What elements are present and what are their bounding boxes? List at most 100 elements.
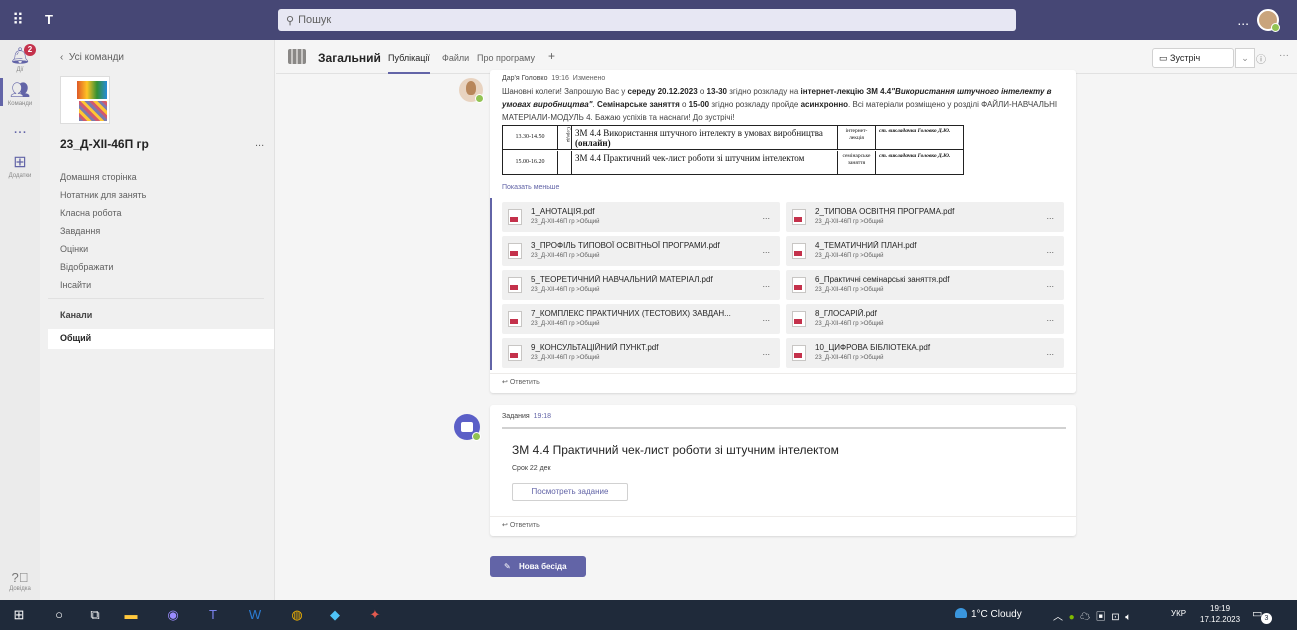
file-explorer-icon[interactable]: ▬ (122, 607, 140, 623)
header-more-button[interactable]: ··· (1279, 50, 1289, 61)
info-icon[interactable]: ⓘ (1256, 51, 1266, 66)
body-span: Шановні колеги! Запрошую Вас у (502, 87, 628, 96)
activity-badge: 2 (24, 44, 36, 56)
nav-item-home[interactable]: Домашня сторінка (60, 168, 146, 186)
rail-apps-label: Додатки (8, 173, 32, 179)
file-more-button[interactable]: ... (1046, 279, 1054, 289)
system-tray[interactable]: ︿ ● ☁ ▣ ⊡ 🔈︎ (1053, 608, 1131, 623)
settings-more-button[interactable]: ... (1237, 12, 1249, 28)
file-attachment[interactable]: 7_КОМПЛЕКС ПРАКТИЧНИХ (ТЕСТОВИХ) ЗАВДАН.… (502, 304, 780, 334)
file-name: 7_КОМПЛЕКС ПРАКТИЧНИХ (ТЕСТОВИХ) ЗАВДАН.… (531, 309, 731, 318)
file-name: 3_ПРОФІЛЬ ТИПОВОЇ ОСВІТНЬОЇ ПРОГРАМИ.pdf (531, 241, 720, 250)
channel-title: Загальний (318, 51, 381, 65)
rail-help-label: Довідка (9, 586, 31, 592)
file-attachment[interactable]: 6_Практичні семінарські заняття.pdf 23_Д… (786, 270, 1064, 300)
file-attachment[interactable]: 8_ГЛОСАРІЙ.pdf 23_Д-ХІІ-46П гр >Общий ..… (786, 304, 1064, 334)
file-more-button[interactable]: ... (1046, 313, 1054, 323)
rail-teams[interactable]: 👥︎ Команди (0, 80, 40, 107)
nav-item-grades[interactable]: Оцінки (60, 240, 146, 258)
file-attachment[interactable]: 3_ПРОФІЛЬ ТИПОВОЇ ОСВІТНЬОЇ ПРОГРАМИ.pdf… (502, 236, 780, 266)
teams-logo-icon: T (45, 12, 53, 27)
task-view-icon[interactable]: ⧉ (86, 607, 104, 623)
file-more-button[interactable]: ... (762, 347, 770, 357)
tab-files[interactable]: Файли (442, 53, 469, 63)
schedule-type: інтернет-лекція (838, 126, 876, 150)
logo-graphic (77, 81, 107, 99)
weather-widget[interactable]: 1°C Cloudy (955, 608, 1022, 620)
file-path: 23_Д-ХІІ-46П гр >Общий (531, 253, 600, 259)
file-path: 23_Д-ХІІ-46П гр >Общий (815, 287, 884, 293)
tab-posts[interactable]: Публікації (388, 53, 430, 74)
file-more-button[interactable]: ... (762, 211, 770, 221)
rail-more[interactable]: ... (0, 120, 40, 138)
channel-item-general[interactable]: Общий (48, 329, 274, 349)
file-attachment[interactable]: 5_ТЕОРЕТИЧНИЙ НАВЧАЛЬНИЙ МАТЕРІАЛ.pdf 23… (502, 270, 780, 300)
back-to-teams-link[interactable]: ‹ Усі команди (60, 52, 124, 63)
file-name: 2_ТИПОВА ОСВІТНЯ ПРОГРАМА.pdf (815, 207, 955, 216)
team-nav: Домашня сторінка Нотатник для занять Кла… (60, 168, 146, 294)
profile-avatar[interactable] (1257, 9, 1280, 32)
show-less-link[interactable]: Показать меньше (502, 184, 559, 191)
assignments-bot-avatar[interactable] (454, 414, 481, 441)
search-icon[interactable]: ○ (50, 607, 68, 623)
file-attachment[interactable]: 1_АНОТАЦІЯ.pdf 23_Д-ХІІ-46П гр >Общий ..… (502, 202, 780, 232)
team-more-button[interactable]: ... (255, 137, 264, 149)
rail-apps[interactable]: ⊞ Додатки (0, 152, 40, 179)
chrome-icon[interactable]: ◍ (288, 607, 306, 623)
nav-item-insights[interactable]: Інсайти (60, 276, 146, 294)
schedule-teacher: ст. викладачка Головко Д.Ю. (876, 151, 964, 175)
word-icon[interactable]: W (246, 607, 264, 623)
new-conversation-button[interactable]: ✎ Нова бесіда (490, 556, 586, 577)
file-more-button[interactable]: ... (1046, 347, 1054, 357)
rail-help[interactable]: ?⃝ Довідка (0, 570, 40, 592)
rail-activity[interactable]: 🔔︎ 2 Дії (0, 44, 40, 73)
waffle-grid-icon[interactable]: ⠿ (0, 10, 36, 30)
schedule-time: 13.30-14.50 (503, 126, 558, 150)
media-app-icon[interactable]: ◆ (326, 607, 344, 623)
tab-about[interactable]: Про програму (477, 53, 535, 63)
view-assignment-button[interactable]: Посмотреть задание (512, 483, 628, 501)
clock[interactable]: 19:19 17.12.2023 (1200, 603, 1240, 625)
body-bold: 13-30 (706, 87, 728, 96)
notification-count: 3 (1261, 613, 1272, 624)
nav-item-classwork[interactable]: Класна робота (60, 204, 146, 222)
channel-item-label: Общий (60, 333, 92, 343)
onedrive-icon: ☁ (1080, 612, 1091, 623)
file-more-button[interactable]: ... (1046, 245, 1054, 255)
windows-start-icon[interactable]: ⊞ (10, 607, 28, 623)
file-attachment[interactable]: 10_ЦИФРОВА БІБЛІОТЕКА.pdf 23_Д-ХІІ-46П г… (786, 338, 1064, 368)
file-more-button[interactable]: ... (762, 313, 770, 323)
chevron-down-icon[interactable]: ⌄ (1235, 48, 1255, 68)
nav-item-assignments[interactable]: Завдання (60, 222, 146, 240)
search-input[interactable]: ⚲ Пошук (278, 9, 1016, 31)
pinned-app-icon[interactable]: ✦ (366, 607, 384, 623)
chat-app-icon[interactable]: ◉ (164, 607, 182, 623)
add-tab-button[interactable]: + (548, 49, 555, 63)
reply-button[interactable]: ↩ Ответить (502, 378, 540, 386)
file-more-button[interactable]: ... (762, 279, 770, 289)
nav-item-notebook[interactable]: Нотатник для занять (60, 186, 146, 204)
team-panel: ‹ Усі команди 23_Д-ХІІ-46П гр ... Домашн… (40, 40, 275, 600)
teams-taskbar-icon[interactable]: T (204, 607, 222, 623)
file-path: 23_Д-ХІІ-46П гр >Общий (531, 219, 600, 225)
file-attachment[interactable]: 2_ТИПОВА ОСВІТНЯ ПРОГРАМА.pdf 23_Д-ХІІ-4… (786, 202, 1064, 232)
file-more-button[interactable]: ... (762, 245, 770, 255)
apps-icon: ⊞ (13, 154, 27, 171)
author-avatar[interactable] (459, 78, 484, 103)
title-bar: ⠿ T ⚲ Пошук ... (0, 0, 1297, 40)
channels-heading: Канали (60, 310, 93, 320)
search-icon: ⚲ (286, 14, 295, 27)
pdf-icon (792, 345, 806, 361)
nav-item-reflect[interactable]: Відображати (60, 258, 146, 276)
file-attachment[interactable]: 9_КОНСУЛЬТАЦІЙНИЙ ПУНКТ.pdf 23_Д-ХІІ-46П… (502, 338, 780, 368)
schedule-topic: ЗМ 4.4 Використання штучного інтелекту в… (572, 126, 838, 150)
team-logo (60, 76, 110, 124)
language-indicator[interactable]: УКР (1171, 609, 1186, 618)
file-attachment[interactable]: 4_ТЕМАТИЧНИЙ ПЛАН.pdf 23_Д-ХІІ-46П гр >О… (786, 236, 1064, 266)
meet-button[interactable]: ▭ Зустріч ⌄ (1152, 48, 1255, 68)
file-more-button[interactable]: ... (1046, 211, 1054, 221)
file-path: 23_Д-ХІІ-46П гр >Общий (815, 355, 884, 361)
notifications-button[interactable]: ▭ 3 (1252, 607, 1272, 624)
reply-button[interactable]: ↩ Ответить (502, 521, 540, 529)
post-edited: Изменено (572, 75, 606, 82)
